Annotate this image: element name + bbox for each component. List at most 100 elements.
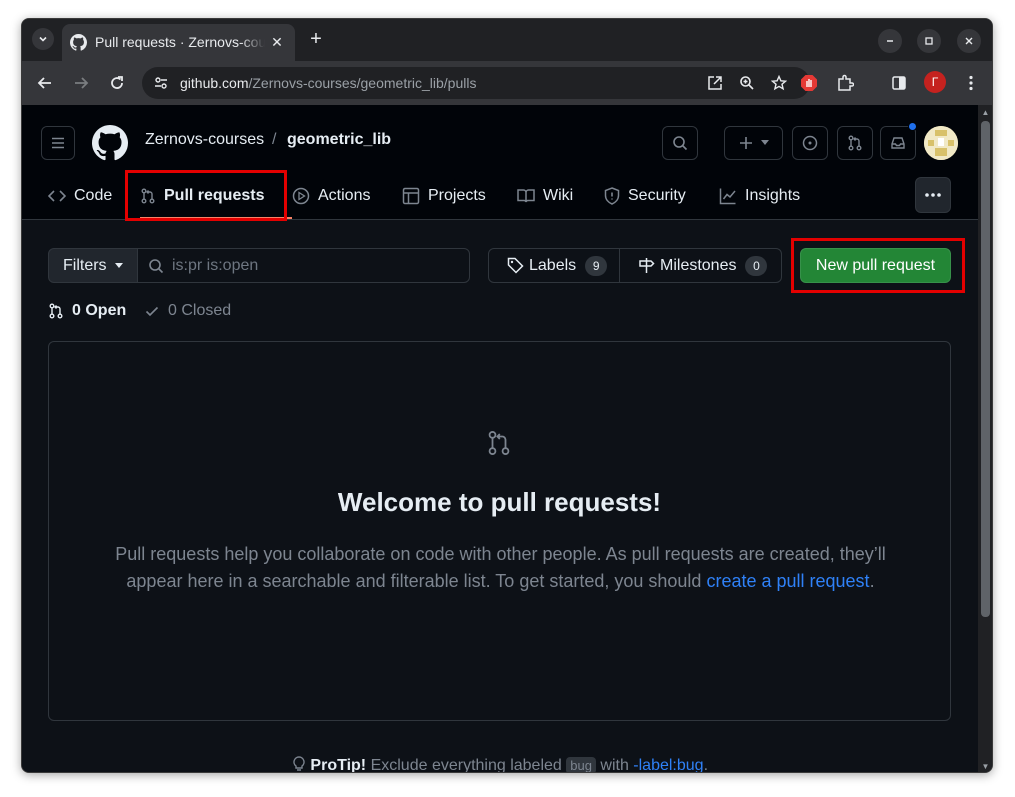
zoom-icon[interactable] — [738, 74, 756, 92]
labels-count-badge: 9 — [585, 255, 608, 276]
tab-insights-label: Insights — [745, 187, 801, 204]
protip-text-1: Exclude everything labeled — [366, 757, 567, 773]
milestones-label: Milestones — [660, 256, 737, 274]
address-bar[interactable]: github.com/Zernovs-courses/geometric_lib… — [142, 67, 810, 99]
tab-close-icon[interactable]: ✕ — [269, 34, 285, 50]
url-path: /Zernovs-courses/geometric_lib/pulls — [248, 75, 477, 91]
chevron-down-icon — [39, 36, 47, 42]
closed-filter-link[interactable]: 0 Closed — [144, 302, 231, 320]
browser-menu-icon[interactable] — [960, 72, 982, 94]
empty-state-text-end: . — [869, 571, 875, 591]
light-bulb-icon — [293, 756, 305, 771]
open-in-app-icon[interactable] — [706, 74, 724, 92]
user-avatar[interactable] — [924, 126, 958, 160]
table-icon — [402, 187, 420, 205]
search-button[interactable] — [662, 126, 698, 160]
tab-security[interactable]: Security — [604, 179, 686, 213]
repo-navigation: Code Pull requests Actions Projects Wiki… — [22, 179, 978, 219]
tab-search-button[interactable] — [32, 28, 54, 50]
scroll-up-icon[interactable]: ▲ — [981, 108, 990, 117]
pr-search-input[interactable] — [172, 255, 462, 277]
graph-icon — [719, 188, 736, 205]
minimize-button[interactable] — [878, 29, 902, 53]
tab-insights[interactable]: Insights — [719, 179, 800, 213]
github-header: Zernovs-courses / geometric_lib Code Pul… — [22, 105, 978, 220]
tab-pull-requests[interactable]: Pull requests — [140, 179, 264, 213]
open-filter-link[interactable]: 0 Open — [48, 302, 126, 320]
tab-pull-requests-label: Pull requests — [164, 187, 265, 204]
protip-text-3: . — [703, 757, 709, 773]
protip: ProTip! Exclude everything labeled bug w… — [22, 756, 978, 773]
reload-icon — [111, 76, 123, 89]
side-panel-icon[interactable] — [888, 72, 910, 94]
create-pull-request-link[interactable]: create a pull request — [706, 571, 869, 591]
filters-label: Filters — [63, 256, 107, 274]
extensions-puzzle-icon[interactable] — [834, 72, 856, 94]
browser-tab[interactable]: Pull requests · Zernovs-courses/geometri… — [62, 24, 295, 61]
new-tab-button[interactable]: + — [305, 28, 327, 50]
github-logo-icon[interactable] — [92, 125, 128, 161]
pull-requests-button[interactable] — [837, 126, 873, 160]
forward-button[interactable] — [70, 72, 92, 94]
tab-projects[interactable]: Projects — [402, 179, 486, 213]
empty-state-title: Welcome to pull requests! — [337, 487, 662, 517]
tab-code[interactable]: Code — [48, 179, 112, 213]
empty-state-description: Pull requests help you collaborate on co… — [109, 541, 892, 595]
tab-strip: Pull requests · Zernovs-courses/geometri… — [22, 19, 992, 61]
inbox-button[interactable] — [880, 126, 916, 160]
tab-wiki-label: Wiki — [543, 187, 574, 204]
open-count-label: 0 Open — [72, 302, 127, 319]
profile-avatar[interactable]: Г — [924, 71, 946, 93]
repo-nav-more-button[interactable] — [915, 177, 951, 213]
labels-button[interactable]: Labels 9 — [488, 248, 620, 283]
close-icon — [965, 37, 973, 45]
repo-owner-link[interactable]: Zernovs-courses — [145, 131, 264, 149]
url-text[interactable]: github.com/Zernovs-courses/geometric_lib… — [180, 75, 476, 91]
issues-button[interactable] — [792, 126, 828, 160]
repo-name-link[interactable]: geometric_lib — [287, 131, 391, 149]
filters-button[interactable]: Filters — [48, 248, 138, 283]
play-icon — [292, 187, 310, 205]
git-pull-request-icon — [488, 431, 510, 455]
new-pull-request-button[interactable]: New pull request — [800, 248, 951, 283]
pr-search-field — [137, 248, 470, 283]
active-tab-underline — [140, 217, 292, 219]
book-icon — [517, 189, 535, 203]
scroll-down-icon[interactable]: ▼ — [981, 762, 990, 771]
tab-security-label: Security — [628, 187, 686, 204]
milestones-button[interactable]: Milestones 0 — [619, 248, 782, 283]
protip-link[interactable]: -label:bug — [633, 757, 703, 772]
milestones-count-badge: 0 — [745, 255, 768, 276]
shield-icon — [604, 187, 620, 205]
closed-count-label: 0 Closed — [168, 302, 232, 319]
empty-state-box: Welcome to pull requests! Pull requests … — [48, 341, 951, 721]
extension-adblock-icon[interactable] — [798, 72, 820, 94]
tab-projects-label: Projects — [428, 187, 486, 204]
main-content: Filters Labels 9 Milestones 0 New pull r… — [22, 220, 978, 773]
git-pull-request-icon — [141, 188, 155, 204]
browser-toolbar: github.com/Zernovs-courses/geometric_lib… — [22, 61, 992, 105]
site-info-icon[interactable] — [152, 74, 170, 92]
bookmark-star-icon[interactable] — [770, 74, 788, 92]
url-host: github.com — [180, 75, 249, 91]
reload-button[interactable] — [106, 72, 128, 94]
plus-icon — [739, 137, 752, 149]
maximize-icon — [925, 37, 933, 45]
close-window-button[interactable] — [957, 29, 981, 53]
search-icon — [149, 259, 164, 274]
page-scrollbar[interactable]: ▲ ▼ — [978, 105, 992, 772]
scroll-thumb[interactable] — [981, 121, 990, 617]
tab-wiki[interactable]: Wiki — [517, 179, 573, 213]
back-button[interactable] — [34, 72, 56, 94]
git-pull-request-icon — [848, 135, 862, 151]
browser-window: Pull requests · Zernovs-courses/geometri… — [21, 18, 993, 773]
git-pull-request-icon — [49, 303, 63, 319]
maximize-button[interactable] — [917, 29, 941, 53]
create-new-button[interactable] — [724, 126, 783, 160]
milestone-icon — [639, 258, 655, 273]
arrow-right-icon — [75, 77, 89, 89]
github-favicon-icon — [70, 34, 87, 51]
global-nav-menu-button[interactable] — [41, 126, 75, 160]
tab-actions[interactable]: Actions — [292, 179, 370, 213]
inbox-icon — [891, 137, 905, 149]
